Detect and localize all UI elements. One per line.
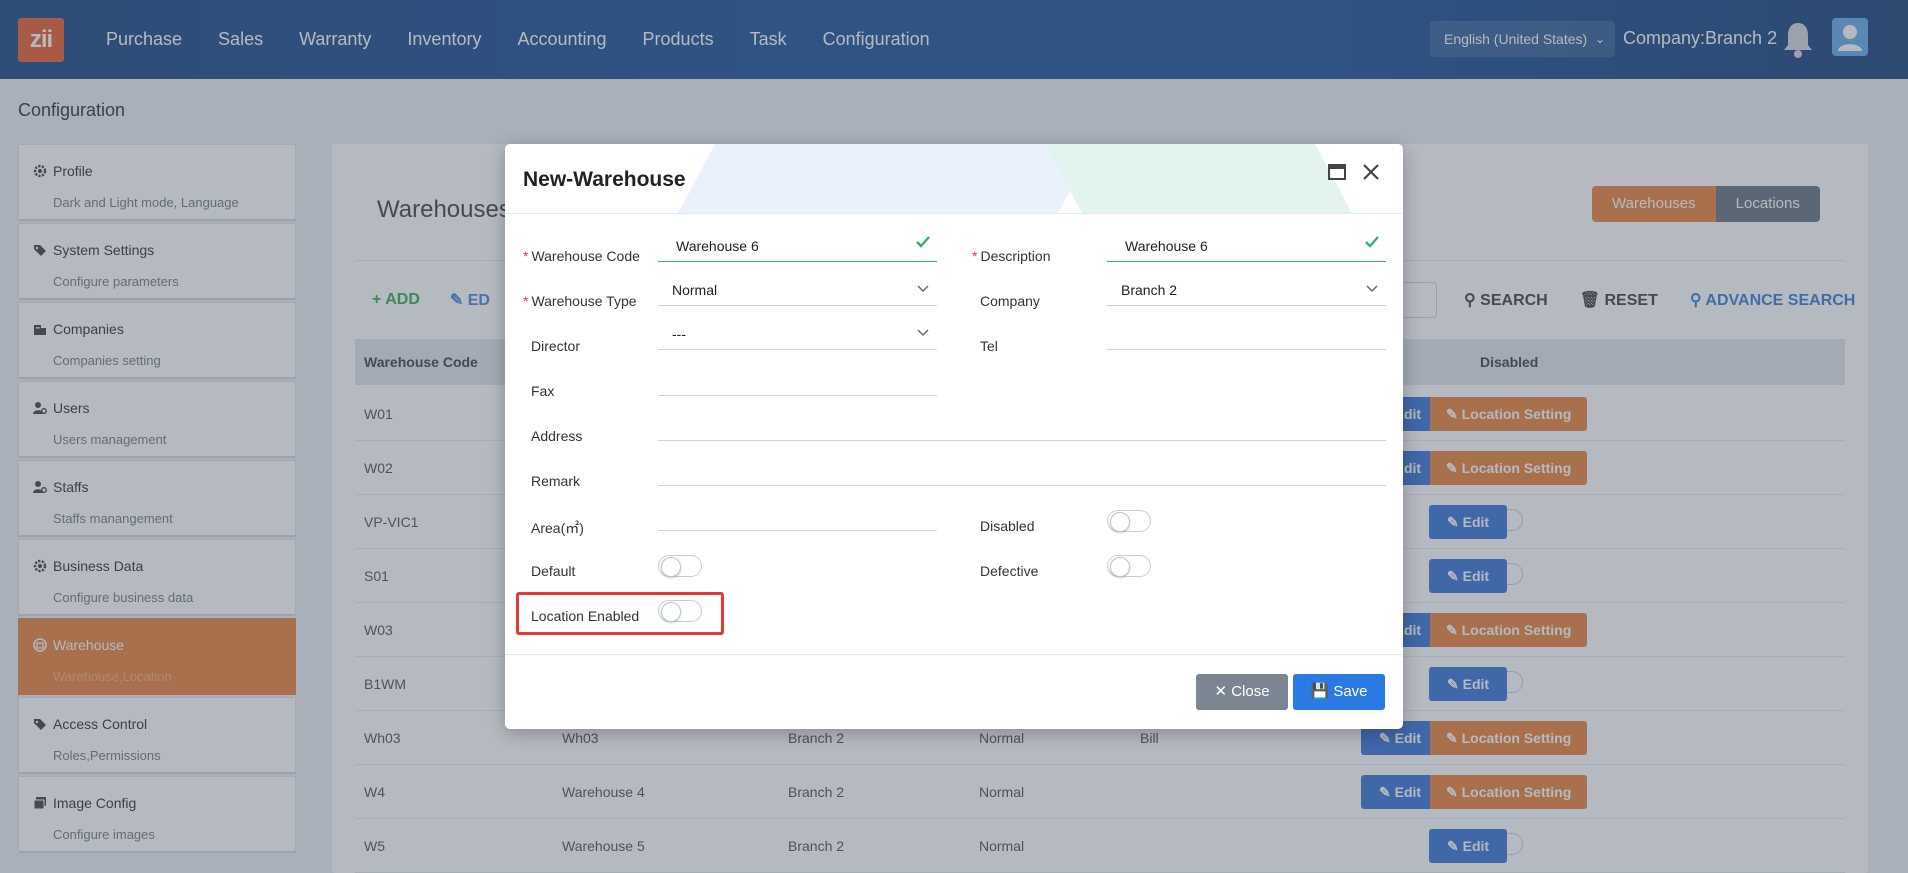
dialog-header: New-Warehouse <box>505 144 1403 214</box>
check-icon <box>916 236 930 248</box>
tel-field[interactable] <box>1107 320 1386 350</box>
maximize-icon[interactable] <box>1328 164 1346 180</box>
header-decoration <box>1039 144 1361 213</box>
description-label: * Description <box>972 248 1051 264</box>
default-label: Default <box>531 563 576 579</box>
disabled-label: Disabled <box>980 518 1035 534</box>
highlight-box <box>516 592 724 635</box>
warehouse-type-select[interactable]: Normal <box>658 276 937 306</box>
description-value: Warehouse 6 <box>1125 238 1208 254</box>
area-label: Area(㎡) <box>531 520 584 536</box>
warehouse-code-field[interactable]: Warehouse 6 <box>658 232 937 262</box>
warehouse-type-value: Normal <box>672 282 718 298</box>
fax-field[interactable] <box>658 366 937 396</box>
chevron-down-icon <box>1366 285 1378 292</box>
close-icon[interactable] <box>1361 162 1381 182</box>
save-label: Save <box>1333 683 1368 700</box>
chevron-down-icon <box>917 329 929 336</box>
header-decoration <box>669 144 1101 213</box>
address-field[interactable] <box>658 411 1386 441</box>
x-icon: ✕ <box>1214 683 1228 700</box>
save-button[interactable]: 💾 Save <box>1293 674 1385 710</box>
description-field[interactable]: Warehouse 6 <box>1107 232 1386 262</box>
company-select[interactable]: Branch 2 <box>1107 276 1386 306</box>
dialog-title: New-Warehouse <box>523 168 686 191</box>
company-value: Branch 2 <box>1121 282 1178 298</box>
close-label: Close <box>1231 683 1270 700</box>
dialog-footer-divider <box>505 654 1403 655</box>
company-label: Company <box>980 293 1040 309</box>
default-toggle[interactable] <box>658 555 702 577</box>
remark-field[interactable] <box>658 456 1386 486</box>
disabled-toggle[interactable] <box>1107 510 1151 532</box>
defective-label: Defective <box>980 563 1039 579</box>
remark-label: Remark <box>531 473 581 489</box>
warehouse-code-value: Warehouse 6 <box>676 238 759 254</box>
check-icon <box>1365 236 1379 248</box>
new-warehouse-dialog: New-Warehouse * Warehouse Code Warehouse … <box>505 144 1403 729</box>
address-label: Address <box>531 428 583 444</box>
director-select[interactable]: --- <box>658 320 937 350</box>
warehouse-code-label: * Warehouse Code <box>523 248 640 264</box>
warehouse-type-label: * Warehouse Type <box>523 293 637 309</box>
fax-label: Fax <box>531 383 555 399</box>
floppy-icon: 💾 <box>1310 683 1330 700</box>
director-value: --- <box>672 326 686 342</box>
defective-toggle[interactable] <box>1107 555 1151 577</box>
chevron-down-icon <box>917 285 929 292</box>
director-label: Director <box>531 338 581 354</box>
close-button[interactable]: ✕ Close <box>1196 674 1288 710</box>
tel-label: Tel <box>980 338 998 354</box>
area-field[interactable] <box>658 501 937 531</box>
